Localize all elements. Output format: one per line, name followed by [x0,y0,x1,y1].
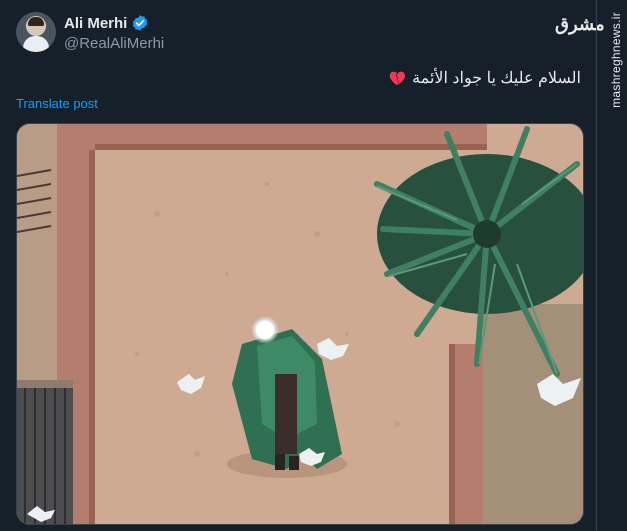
post-text-row: السلام عليك يا جواد الأئمة [388,68,581,88]
divider [596,0,597,531]
watermark-text: mashreghnews.ir [609,12,623,108]
avatar-shirt [23,36,49,52]
author-name-row: Ali Merhi [64,14,149,32]
verified-badge-icon [133,15,148,31]
broken-heart-icon [389,71,406,86]
avatar[interactable] [16,12,56,52]
avatar-hair [28,17,44,26]
courtyard-illustration [17,124,583,524]
brand-logo: مشرق [555,14,605,35]
post-media-image[interactable] [16,123,584,525]
author-name[interactable]: Ali Merhi [64,15,127,32]
author-handle[interactable]: @RealAliMerhi [64,35,164,52]
post-text: السلام عليك يا جواد الأئمة [412,70,581,87]
translate-post-link[interactable]: Translate post [16,96,98,111]
